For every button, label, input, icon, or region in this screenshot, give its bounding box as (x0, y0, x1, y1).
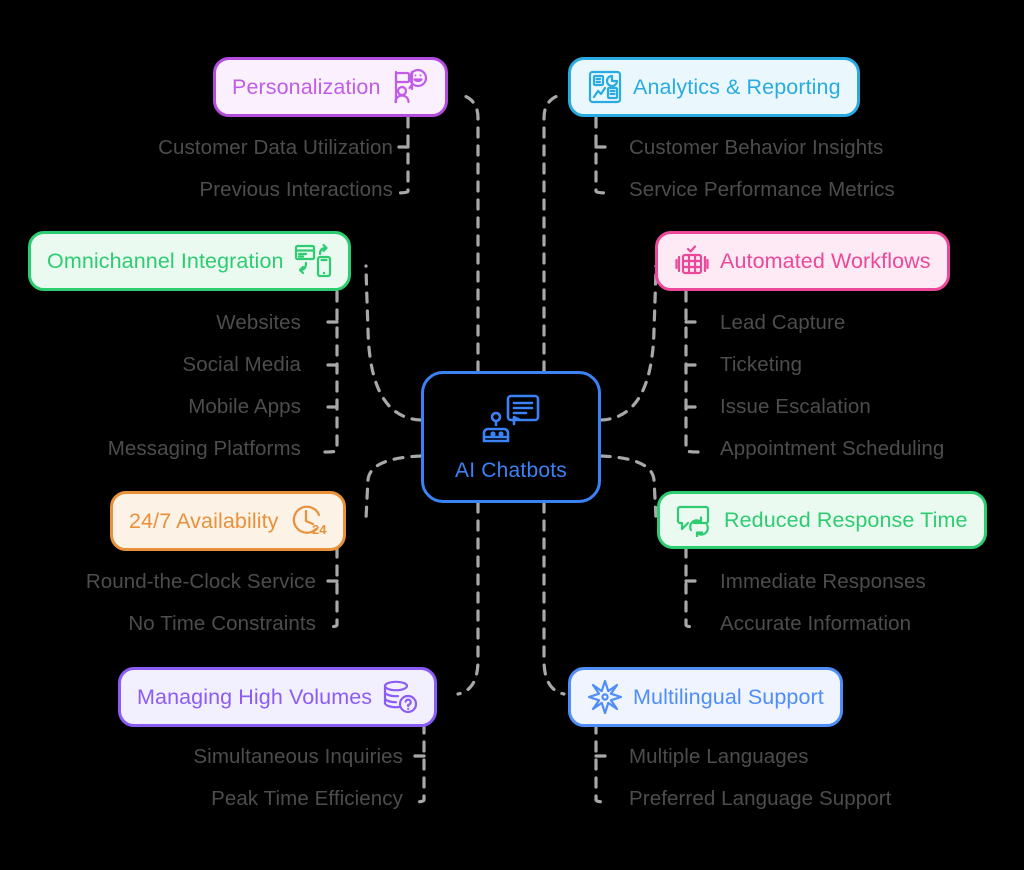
branch-node-omnichannel-integration[interactable]: Omnichannel Integration (28, 231, 351, 291)
sub-item-analytics-0: Customer Behavior Insights (629, 136, 884, 159)
center-node-label: AI Chatbots (455, 458, 567, 482)
connector-analytics-children (594, 116, 610, 195)
connector-multilingual-children (594, 722, 610, 804)
sub-item-omnichannel-2: Mobile Apps (188, 395, 301, 418)
connector-response-children (684, 546, 700, 629)
branch-label-managing-high-volumes: Managing High Volumes (137, 684, 373, 709)
connector-high-volumes (456, 501, 480, 696)
branch-node-personalization[interactable]: Personalization (213, 57, 448, 117)
browser-mobile-sync-icon (294, 243, 332, 279)
sub-item-workflows-0: Lead Capture (720, 311, 846, 334)
chatbot-speech-bubble-icon (480, 392, 542, 455)
clock-24-icon: 24 (289, 503, 327, 539)
branch-label-reduced-response-time: Reduced Response Time (724, 507, 968, 532)
sub-item-response-1: Accurate Information (720, 612, 912, 635)
branch-label-multilingual-support: Multilingual Support (633, 684, 824, 709)
branch-node-managing-high-volumes[interactable]: Managing High Volumes (118, 667, 438, 727)
sub-item-analytics-1: Service Performance Metrics (629, 178, 895, 201)
database-question-icon (382, 679, 418, 715)
analytics-report-chart-icon (587, 69, 623, 105)
sub-item-omnichannel-3: Messaging Platforms (107, 437, 301, 460)
connector-omnichannel (364, 264, 423, 422)
center-node-ai-chatbots[interactable]: AI Chatbots (421, 371, 601, 503)
branch-node-automated-workflows[interactable]: Automated Workflows (655, 231, 950, 291)
branch-label-availability: 24/7 Availability (129, 508, 279, 533)
sub-item-multilingual-1: Preferred Language Support (629, 787, 892, 810)
sub-item-availability-0: Round-the-Clock Service (85, 570, 316, 593)
branch-label-analytics-reporting: Analytics & Reporting (633, 74, 841, 99)
connector-multilingual (542, 501, 566, 696)
connector-analytics (542, 92, 566, 373)
sub-item-multilingual-0: Multiple Languages (629, 745, 809, 768)
branch-node-analytics-reporting[interactable]: Analytics & Reporting (568, 57, 860, 117)
branch-node-reduced-response-time[interactable]: Reduced Response Time (657, 491, 987, 549)
sub-item-omnichannel-1: Social Media (182, 353, 301, 376)
branch-label-automated-workflows: Automated Workflows (720, 248, 931, 273)
connector-availability (364, 454, 423, 523)
branch-label-omnichannel-integration: Omnichannel Integration (47, 248, 284, 273)
sub-item-volumes-1: Peak Time Efficiency (211, 787, 403, 810)
mindmap-canvas: AI Chatbots Personalization Customer Dat… (0, 0, 1024, 870)
branch-label-personalization: Personalization (232, 74, 381, 99)
sub-item-workflows-2: Issue Escalation (720, 395, 871, 418)
connector-personalization-children (394, 116, 410, 195)
branch-node-multilingual-support[interactable]: Multilingual Support (568, 667, 843, 727)
sub-item-volumes-0: Simultaneous Inquiries (193, 745, 403, 768)
sub-item-personalization-0: Customer Data Utilization (158, 136, 393, 159)
speech-bubble-refresh-icon (676, 503, 714, 537)
connector-response-time (599, 454, 658, 523)
sub-item-response-0: Immediate Responses (720, 570, 926, 593)
connector-volumes-children (410, 722, 426, 804)
user-profile-smiley-icon (391, 69, 429, 105)
workflow-checklist-icon (674, 243, 710, 279)
sub-item-personalization-1: Previous Interactions (199, 178, 393, 201)
connector-workflows-children (684, 290, 700, 454)
sub-item-workflows-3: Appointment Scheduling (720, 437, 945, 460)
sub-item-workflows-1: Ticketing (720, 353, 803, 376)
sub-item-omnichannel-0: Websites (216, 311, 301, 334)
sub-item-availability-1: No Time Constraints (128, 612, 316, 635)
connector-personalization (456, 92, 480, 373)
svg-text:24: 24 (312, 522, 327, 537)
connector-availability-children (323, 546, 339, 629)
connector-omnichannel-children (323, 290, 339, 454)
connector-workflows (599, 264, 658, 422)
compass-star-icon (587, 679, 623, 715)
branch-node-availability[interactable]: 24/7 Availability 24 (110, 491, 346, 551)
